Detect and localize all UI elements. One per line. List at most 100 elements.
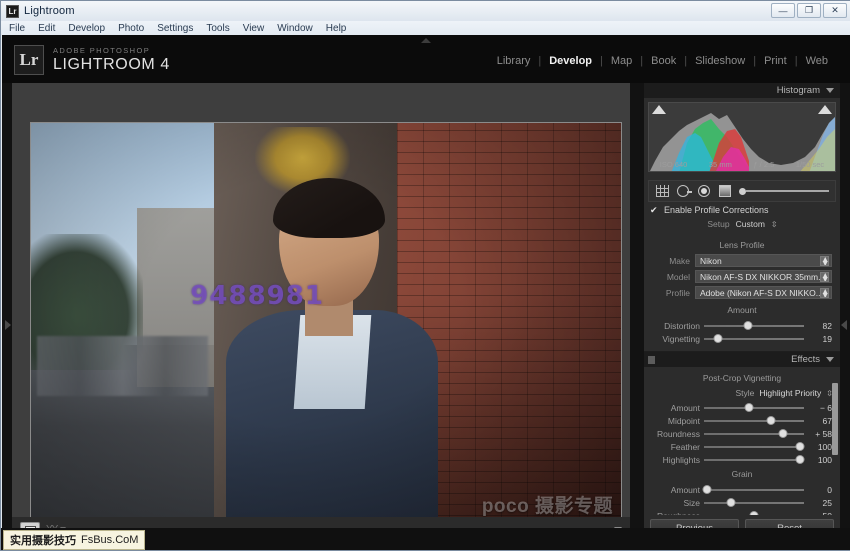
lens-make-label: Make <box>669 255 690 266</box>
identity-plate[interactable]: Lr ADOBE PHOTOSHOP LIGHTROOM 4 <box>14 45 170 75</box>
checkbox-checked-icon[interactable]: ✔ <box>650 205 659 215</box>
setup-label: Setup <box>707 219 730 229</box>
effects-panel-header[interactable]: Effects <box>644 352 840 367</box>
grain-amount-slider[interactable] <box>702 484 804 495</box>
top-panel-collapse-toggle[interactable] <box>404 36 448 44</box>
vignette-amount-row[interactable]: Amount − 6 <box>652 401 832 414</box>
menu-item-settings[interactable]: Settings <box>157 23 193 34</box>
vignetting-slider[interactable] <box>704 333 804 344</box>
menu-item-window[interactable]: Window <box>277 23 313 34</box>
menu-item-photo[interactable]: Photo <box>118 23 144 34</box>
watermark-center: 9488981 <box>190 280 324 311</box>
vignetting-label: Vignetting <box>662 333 700 344</box>
lens-make-row[interactable]: Make Nikon ▲ ▼ <box>652 254 832 267</box>
exif-aperture: ƒ / 2.5 <box>753 160 775 169</box>
lens-model-select[interactable]: Nikon AF-S DX NIKKOR 35mm... ▲ ▼ <box>695 270 832 283</box>
select-arrow-icon[interactable]: ▲ ▼ <box>820 287 829 298</box>
vignette-highlights-label: Highlights <box>662 454 700 465</box>
menu-item-tools[interactable]: Tools <box>206 23 229 34</box>
lens-model-value: Nikon AF-S DX NIKKOR 35mm... <box>700 271 820 282</box>
shadow-clipping-icon[interactable] <box>652 105 666 114</box>
chevron-right-icon <box>5 320 11 330</box>
module-slideshow[interactable]: Slideshow <box>687 55 753 67</box>
distortion-slider-row[interactable]: Distortion 82 <box>652 319 832 332</box>
histogram-graph[interactable]: ISO 640 35 mm ƒ / 2.5 1/50 sec <box>648 102 836 172</box>
grain-amount-row[interactable]: Amount 0 <box>652 483 832 496</box>
menu-item-view[interactable]: View <box>243 23 265 34</box>
module-print[interactable]: Print <box>756 55 795 67</box>
graduated-filter-icon[interactable] <box>718 184 732 198</box>
setup-row[interactable]: Setup Custom ⇳ <box>644 216 840 234</box>
right-panel-collapse-toggle[interactable] <box>839 316 849 334</box>
vignette-style-value[interactable]: Highlight Priority <box>759 388 821 398</box>
vignette-roundness-row[interactable]: Roundness + 58 <box>652 427 832 440</box>
right-panel: Histogram ISO 640 35 mm ƒ / 2.5 1/50 sec… <box>644 83 840 541</box>
right-panel-scrollbar[interactable] <box>832 83 838 541</box>
lens-profile-select[interactable]: Adobe (Nikon AF-S DX NIKKO... ▲ ▼ <box>695 286 832 299</box>
module-library[interactable]: Library <box>489 55 539 67</box>
red-eye-icon[interactable] <box>697 184 711 198</box>
chevron-up-icon <box>421 37 431 43</box>
setup-value[interactable]: Custom <box>736 219 765 229</box>
menu-item-edit[interactable]: Edit <box>38 23 55 34</box>
menu-bar: File Edit Develop Photo Settings Tools V… <box>1 21 850 35</box>
lens-profile-row[interactable]: Profile Adobe (Nikon AF-S DX NIKKO... ▲ ▼ <box>652 286 832 299</box>
stepper-icon[interactable]: ⇳ <box>771 220 778 229</box>
vignetting-slider-row[interactable]: Vignetting 19 <box>652 332 832 345</box>
lightroom-logo-icon: Lr <box>14 45 44 75</box>
select-arrow-icon[interactable]: ▲ ▼ <box>820 271 829 282</box>
distortion-value: 82 <box>822 320 832 331</box>
vignette-midpoint-slider[interactable] <box>704 415 804 426</box>
module-book[interactable]: Book <box>643 55 684 67</box>
grain-amount-value: 0 <box>827 484 832 495</box>
status-bar: 实用摄影技巧 FsBus.CoM <box>1 528 850 550</box>
histogram-title: Histogram <box>776 85 820 96</box>
effects-section: Post-Crop Vignetting Style Highlight Pri… <box>644 367 840 528</box>
scrollbar-thumb[interactable] <box>832 383 838 455</box>
lens-model-row[interactable]: Model Nikon AF-S DX NIKKOR 35mm... ▲ ▼ <box>652 270 832 283</box>
restore-button[interactable]: ❐ <box>797 3 821 18</box>
vignette-amount-slider[interactable] <box>704 402 804 413</box>
image-view-area: 9488981 poco 摄影专题 http://photo.poco.cn/ … <box>12 83 630 550</box>
status-en-text: FsBus.CoM <box>81 534 139 546</box>
lens-make-select[interactable]: Nikon ▲ ▼ <box>695 254 832 267</box>
vignette-roundness-slider[interactable] <box>704 428 804 439</box>
module-map[interactable]: Map <box>603 55 640 67</box>
menu-item-file[interactable]: File <box>9 23 25 34</box>
vignette-feather-value: 100 <box>817 441 832 452</box>
spot-removal-icon[interactable] <box>676 184 692 198</box>
crop-overlay-icon[interactable] <box>655 184 669 198</box>
watermark-brand: poco 摄影专题 <box>481 496 613 517</box>
menu-item-develop[interactable]: Develop <box>68 23 105 34</box>
vignette-midpoint-label: Midpoint <box>667 415 700 426</box>
vignette-feather-row[interactable]: Feather 100 <box>652 440 832 453</box>
highlight-clipping-icon[interactable] <box>818 105 832 114</box>
effects-title: Effects <box>791 354 820 365</box>
vignette-highlights-slider[interactable] <box>704 454 805 465</box>
module-web[interactable]: Web <box>798 55 836 67</box>
grain-size-slider[interactable] <box>704 497 804 508</box>
enable-profile-corrections-row[interactable]: ✔ Enable Profile Corrections <box>644 202 840 216</box>
photo-frame: 9488981 poco 摄影专题 http://photo.poco.cn/ <box>30 122 622 550</box>
window-title: Lightroom <box>24 5 75 17</box>
select-arrow-icon[interactable]: ▲ ▼ <box>820 255 829 266</box>
minimize-button[interactable]: — <box>771 3 795 18</box>
lens-profile-label: Lens Profile <box>719 240 765 250</box>
left-panel-collapse-toggle[interactable] <box>3 316 13 334</box>
vignette-style-label: Style <box>735 388 755 398</box>
photo-canvas[interactable]: 9488981 poco 摄影专题 http://photo.poco.cn/ <box>31 123 621 549</box>
window-titlebar: Lr Lightroom — ❐ ✕ <box>1 1 850 21</box>
module-develop[interactable]: Develop <box>541 55 600 67</box>
adjustment-brush-icon[interactable] <box>739 187 829 195</box>
grain-size-row[interactable]: Size 25 <box>652 496 832 509</box>
menu-item-help[interactable]: Help <box>326 23 347 34</box>
vignette-highlights-row[interactable]: Highlights 100 <box>652 453 832 466</box>
vignette-amount-value: − 6 <box>819 402 832 413</box>
distortion-slider[interactable] <box>704 320 804 331</box>
close-button[interactable]: ✕ <box>823 3 847 18</box>
histogram-panel-header[interactable]: Histogram <box>644 83 840 98</box>
vignette-feather-slider[interactable] <box>704 441 805 452</box>
panel-switch-icon[interactable] <box>648 356 655 364</box>
vignette-style-row[interactable]: Style Highlight Priority ⇳ <box>652 387 833 401</box>
vignette-midpoint-row[interactable]: Midpoint 67 <box>652 414 832 427</box>
